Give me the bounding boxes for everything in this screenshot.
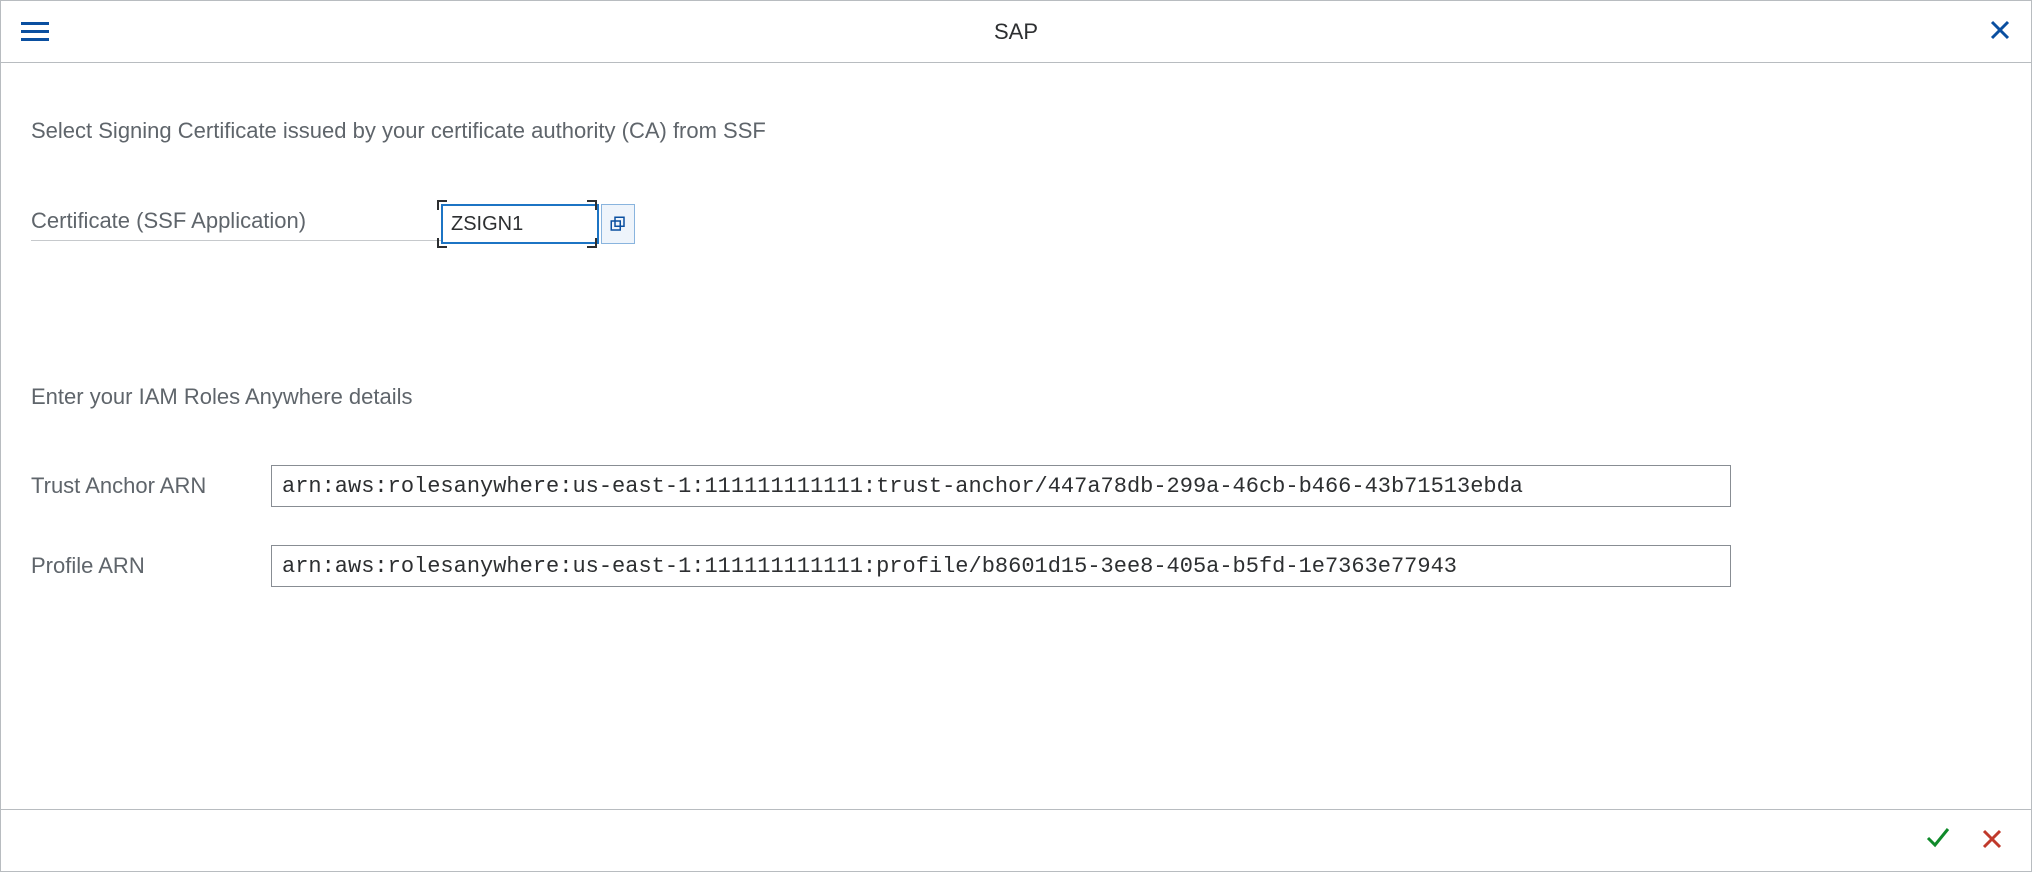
confirm-button[interactable]: [1925, 824, 1951, 858]
trust-anchor-input[interactable]: [271, 465, 1731, 507]
sap-dialog: SAP Select Signing Certificate issued by…: [0, 0, 2032, 872]
dialog-footer: [1, 809, 2031, 871]
cert-label: Certificate (SSF Application): [31, 208, 441, 241]
cert-section-text: Select Signing Certificate issued by you…: [31, 118, 2001, 144]
x-icon: [1981, 828, 2003, 850]
focus-corner: [437, 200, 447, 210]
focus-corner: [437, 238, 447, 248]
close-icon[interactable]: [1989, 17, 2011, 47]
dialog-header: SAP: [1, 1, 2031, 63]
dialog-title: SAP: [994, 19, 1038, 45]
cert-input-wrap: [441, 204, 635, 244]
menu-icon[interactable]: [21, 22, 49, 41]
cert-input[interactable]: [441, 204, 599, 244]
trust-anchor-row: Trust Anchor ARN: [31, 465, 2001, 507]
focus-corner: [587, 238, 597, 248]
iam-section-text: Enter your IAM Roles Anywhere details: [31, 384, 2001, 410]
check-icon: [1925, 824, 1951, 850]
profile-arn-row: Profile ARN: [31, 545, 2001, 587]
focus-corner: [587, 200, 597, 210]
profile-arn-label: Profile ARN: [31, 553, 271, 579]
trust-anchor-label: Trust Anchor ARN: [31, 473, 271, 499]
profile-arn-input[interactable]: [271, 545, 1731, 587]
cancel-button[interactable]: [1981, 824, 2003, 858]
value-help-icon: [609, 215, 627, 233]
value-help-button[interactable]: [601, 204, 635, 244]
cert-row: Certificate (SSF Application): [31, 204, 2001, 244]
dialog-content: Select Signing Certificate issued by you…: [1, 63, 2031, 809]
